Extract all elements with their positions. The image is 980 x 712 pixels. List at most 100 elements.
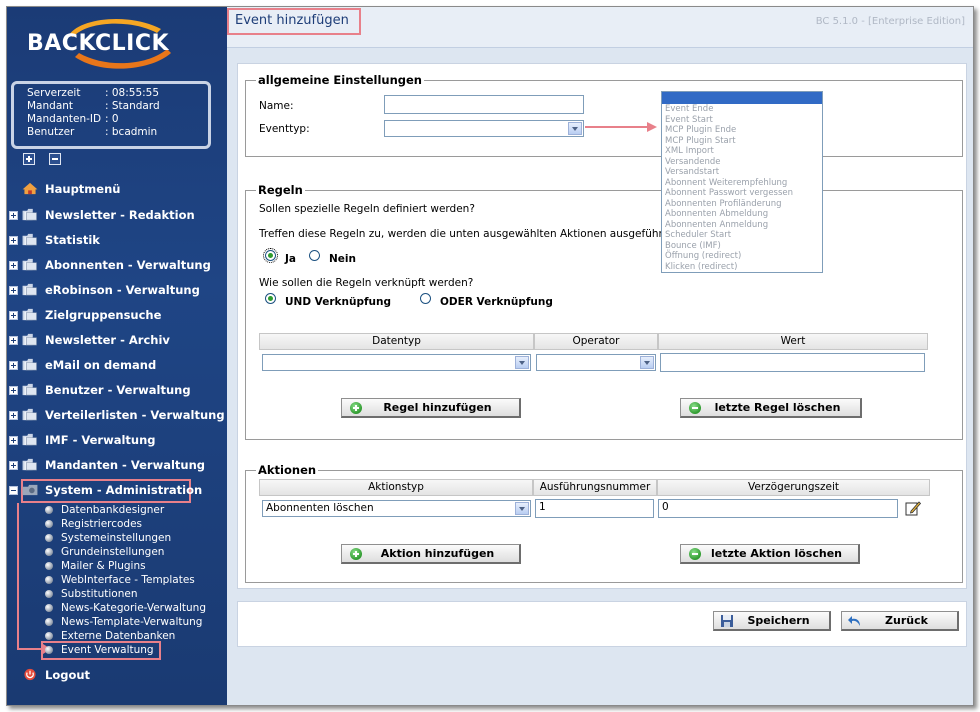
highlight-title xyxy=(227,8,361,35)
nav-item-imf-verwaltung[interactable]: IMF - Verwaltung xyxy=(7,430,227,450)
nav-item-statistik[interactable]: Statistik xyxy=(7,230,227,250)
eventtype-option[interactable]: Event Start xyxy=(665,115,713,125)
eventtype-option[interactable]: XML Import xyxy=(665,146,714,156)
add-action-button[interactable]: Aktion hinzufügen xyxy=(341,544,521,564)
info-row-serverzeit: Serverzeit: 08:55:55 xyxy=(27,87,160,99)
general-settings-fieldset: allgemeine Einstellungen xyxy=(245,73,963,157)
action-number-input[interactable]: 1 xyxy=(535,499,654,518)
eventtype-option[interactable]: Abonnent Weiterempfehlung xyxy=(665,178,787,188)
nav-item-hauptmenue[interactable]: Hauptmenü xyxy=(7,179,227,199)
eventtype-option[interactable]: Abonnenten Anmeldung xyxy=(665,220,768,230)
folder-icon xyxy=(22,233,37,246)
action-type-select[interactable]: Abonnenten löschen xyxy=(262,500,531,517)
eventtype-option[interactable]: Event Ende xyxy=(665,104,713,114)
eventtype-option[interactable]: Scheduler Start xyxy=(665,230,731,240)
delete-last-action-button[interactable]: letzte Aktion löschen xyxy=(680,544,860,564)
eventtype-option[interactable]: Abonnent Passwort vergessen xyxy=(665,188,793,198)
eventtype-dropdown-list[interactable]: Event Ende Event Start MCP Plugin Ende MCP … xyxy=(661,91,823,273)
add-rule-button[interactable]: Regel hinzufügen xyxy=(341,398,521,418)
nav-item-logout[interactable]: Logout xyxy=(7,665,227,685)
info-row-mandant: Mandant: Standard xyxy=(27,100,160,112)
eventtype-option[interactable]: Klicken (redirect) xyxy=(665,262,737,272)
rules-info: Treffen diese Regeln zu, werden die unte… xyxy=(259,228,671,240)
expand-icon[interactable] xyxy=(9,436,18,445)
eventtype-label: Eventtyp: xyxy=(259,123,310,135)
expand-icon[interactable] xyxy=(9,411,18,420)
action-delay-input[interactable]: 0 xyxy=(658,499,898,518)
rules-or-radio[interactable] xyxy=(420,293,431,304)
rules-col-wert: Wert xyxy=(658,333,928,350)
rules-value-input[interactable] xyxy=(660,353,925,372)
bullet-icon xyxy=(45,506,53,514)
folder-icon xyxy=(22,433,37,446)
nav-item-mandanten-verwaltung[interactable]: Mandanten - Verwaltung xyxy=(7,455,227,475)
expand-icon[interactable] xyxy=(9,286,18,295)
rules-datatype-select[interactable] xyxy=(262,354,531,371)
expand-all-icon[interactable] xyxy=(23,153,35,165)
rules-operator-select[interactable] xyxy=(536,354,656,371)
chevron-down-icon xyxy=(515,502,529,515)
eventtype-option[interactable]: Versandstart xyxy=(665,167,719,177)
general-settings-legend: allgemeine Einstellungen xyxy=(258,73,422,87)
save-button[interactable]: Speichern xyxy=(713,611,831,631)
nav-item-benutzer-verwaltung[interactable]: Benutzer - Verwaltung xyxy=(7,380,227,400)
expand-icon[interactable] xyxy=(9,311,18,320)
version-label: BC 5.1.0 - [Enterprise Edition] xyxy=(815,16,965,27)
folder-icon xyxy=(22,333,37,346)
expand-icon[interactable] xyxy=(9,261,18,270)
eventtype-option[interactable]: Versandende xyxy=(665,157,721,167)
folder-icon xyxy=(22,258,37,271)
rules-link-question: Wie sollen die Regeln verknüpft werden? xyxy=(259,277,474,289)
eventtype-option[interactable]: Abonnenten Abmeldung xyxy=(665,209,768,219)
expand-icon[interactable] xyxy=(9,461,18,470)
info-row-mandanten-id: Mandanten-ID: 0 xyxy=(27,113,119,125)
nav-item-verteilerlisten-verwaltung[interactable]: Verteilerlisten - Verwaltung xyxy=(7,405,227,425)
rules-no-radio[interactable] xyxy=(309,250,320,261)
actions-col-verzoegerungszeit: Verzögerungszeit xyxy=(657,479,930,496)
edit-icon[interactable] xyxy=(905,500,921,516)
eventtype-option[interactable]: MCP Plugin Start xyxy=(665,136,736,146)
rules-question: Sollen spezielle Regeln definiert werden… xyxy=(259,203,475,215)
eventtype-select[interactable] xyxy=(384,120,584,137)
rules-no-label: Nein xyxy=(329,253,356,265)
expand-icon[interactable] xyxy=(9,336,18,345)
nav-item-abonnenten-verwaltung[interactable]: Abonnenten - Verwaltung xyxy=(7,255,227,275)
chevron-down-icon xyxy=(568,122,582,135)
delete-last-rule-button[interactable]: letzte Regel löschen xyxy=(680,398,862,418)
eventtype-option[interactable]: MCP Plugin Ende xyxy=(665,125,736,135)
info-row-benutzer: Benutzer: bcadmin xyxy=(27,126,158,138)
bullet-icon xyxy=(45,548,53,556)
back-button[interactable]: Zurück xyxy=(841,611,959,631)
collapse-all-icon[interactable] xyxy=(49,153,61,165)
nav-item-zielgruppensuche[interactable]: Zielgruppensuche xyxy=(7,305,227,325)
annotation-arrow-eventtype xyxy=(585,122,657,132)
name-input[interactable] xyxy=(384,95,584,114)
rules-yes-radio[interactable] xyxy=(263,248,278,263)
nav-item-erobinson-verwaltung[interactable]: eRobinson - Verwaltung xyxy=(7,280,227,300)
nav-item-newsletter-redaktion[interactable]: Newsletter - Redaktion xyxy=(7,205,227,225)
bullet-icon xyxy=(45,562,53,570)
logout-icon xyxy=(24,668,36,681)
rules-legend: Regeln xyxy=(258,183,303,197)
folder-icon xyxy=(22,408,37,421)
expand-icon[interactable] xyxy=(9,236,18,245)
bullet-icon xyxy=(45,618,53,626)
collapse-icon[interactable] xyxy=(9,486,18,495)
folder-icon xyxy=(22,283,37,296)
rules-col-datentyp: Datentyp xyxy=(259,333,534,350)
rules-and-radio[interactable] xyxy=(265,293,276,304)
eventtype-option[interactable]: Öffnung (redirect) xyxy=(665,251,741,261)
nav-item-system-administration[interactable]: System - Administration xyxy=(7,480,227,500)
bullet-icon xyxy=(45,646,53,654)
expand-icon[interactable] xyxy=(9,211,18,220)
expand-icon[interactable] xyxy=(9,361,18,370)
expand-icon[interactable] xyxy=(9,386,18,395)
nav-item-email-on-demand[interactable]: eMail on demand xyxy=(7,355,227,375)
bullet-icon xyxy=(45,604,53,612)
eventtype-option[interactable]: Bounce (IMF) xyxy=(665,241,721,251)
chevron-down-icon xyxy=(640,356,654,369)
bullet-icon xyxy=(45,576,53,584)
nav-item-newsletter-archiv[interactable]: Newsletter - Archiv xyxy=(7,330,227,350)
eventtype-option[interactable]: Abonnenten Profiländerung xyxy=(665,199,782,209)
chevron-down-icon xyxy=(515,356,529,369)
